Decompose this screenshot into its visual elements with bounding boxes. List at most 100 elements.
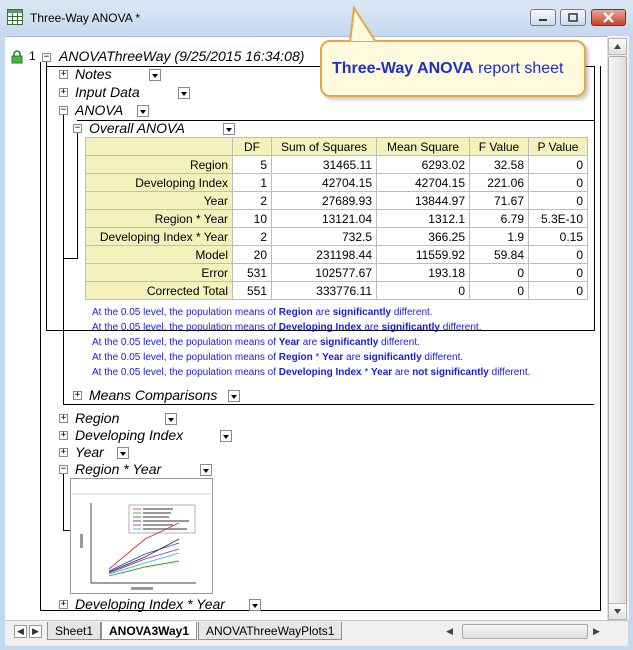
row-header[interactable]: Corrected Total xyxy=(85,281,233,300)
anova-node[interactable]: ANOVA xyxy=(75,102,123,118)
collapse-toggle-overall-anova[interactable]: − xyxy=(73,124,82,133)
collapse-toggle-anova[interactable]: − xyxy=(59,106,68,115)
table-cell[interactable]: 0 xyxy=(528,155,588,174)
minimize-button[interactable] xyxy=(530,9,556,26)
table-cell[interactable]: 0 xyxy=(528,245,588,264)
table-cell[interactable]: 6.79 xyxy=(469,209,529,228)
table-cell[interactable]: 71.67 xyxy=(469,191,529,210)
means-comparisons-dropdown[interactable] xyxy=(228,390,240,402)
developing-index-year-node[interactable]: Developing Index * Year xyxy=(75,596,225,612)
means-comparisons-node[interactable]: Means Comparisons xyxy=(89,387,217,403)
notes-dropdown[interactable] xyxy=(149,69,161,81)
expand-toggle-means-comparisons[interactable]: + xyxy=(73,391,82,400)
expand-toggle-region[interactable]: + xyxy=(59,414,68,423)
table-cell[interactable]: 193.18 xyxy=(376,263,470,282)
table-cell[interactable]: 13121.04 xyxy=(271,209,377,228)
table-cell[interactable]: 1 xyxy=(232,173,272,192)
year-dropdown[interactable] xyxy=(117,447,129,459)
table-cell[interactable]: 2 xyxy=(232,227,272,246)
table-cell[interactable]: 0 xyxy=(528,173,588,192)
table-cell[interactable]: 1312.1 xyxy=(376,209,470,228)
table-cell[interactable]: 5 xyxy=(232,155,272,174)
column-header[interactable]: Sum of Squares xyxy=(271,137,377,156)
table-cell[interactable]: 2 xyxy=(232,191,272,210)
input-data-node[interactable]: Input Data xyxy=(75,84,140,100)
lock-icon[interactable] xyxy=(10,50,24,64)
table-cell[interactable]: 59.84 xyxy=(469,245,529,264)
expand-toggle-developing-index[interactable]: + xyxy=(59,431,68,440)
developing-index-node[interactable]: Developing Index xyxy=(75,427,183,443)
table-cell[interactable]: 0 xyxy=(528,191,588,210)
scroll-right-icon[interactable]: ▶ xyxy=(593,626,600,637)
table-cell[interactable]: 11559.92 xyxy=(376,245,470,264)
region-dropdown[interactable] xyxy=(165,413,177,425)
table-cell[interactable]: 31465.11 xyxy=(271,155,377,174)
vertical-scroll-thumb[interactable] xyxy=(608,56,627,606)
table-cell[interactable]: 27689.93 xyxy=(271,191,377,210)
sheet-tab-anovathreewayplots1[interactable]: ANOVAThreeWayPlots1 xyxy=(198,622,343,640)
table-cell[interactable]: 221.06 xyxy=(469,173,529,192)
column-header[interactable]: F Value xyxy=(469,137,529,156)
table-cell[interactable]: 0.15 xyxy=(528,227,588,246)
table-cell[interactable]: 551 xyxy=(232,281,272,300)
scroll-up-button[interactable] xyxy=(608,38,627,55)
row-header[interactable]: Error xyxy=(85,263,233,282)
close-button[interactable] xyxy=(591,9,626,26)
table-cell[interactable]: 42704.15 xyxy=(271,173,377,192)
table-cell[interactable]: 42704.15 xyxy=(376,173,470,192)
row-header[interactable]: Region * Year xyxy=(85,209,233,228)
column-header[interactable]: Mean Square xyxy=(376,137,470,156)
column-header[interactable]: P Value xyxy=(528,137,588,156)
collapse-toggle-region-year[interactable]: − xyxy=(59,465,68,474)
table-cell[interactable]: 102577.67 xyxy=(271,263,377,282)
anova-dropdown[interactable] xyxy=(137,105,149,117)
row-header[interactable]: Developing Index xyxy=(85,173,233,192)
developing-index-dropdown[interactable] xyxy=(220,430,232,442)
table-cell[interactable]: 20 xyxy=(232,245,272,264)
table-cell[interactable]: 32.58 xyxy=(469,155,529,174)
maximize-button[interactable] xyxy=(560,9,586,26)
table-cell[interactable]: 6293.02 xyxy=(376,155,470,174)
expand-toggle-input-data[interactable]: + xyxy=(59,88,68,97)
year-node[interactable]: Year xyxy=(75,444,104,460)
region-year-dropdown[interactable] xyxy=(200,464,212,476)
horizontal-scroll-thumb[interactable] xyxy=(462,624,588,639)
column-header[interactable]: DF xyxy=(232,137,272,156)
table-cell[interactable]: 10 xyxy=(232,209,272,228)
first-sheet-button[interactable]: ◀ xyxy=(14,625,27,638)
table-cell[interactable]: 333776.11 xyxy=(271,281,377,300)
expand-toggle-developing-index-year[interactable]: + xyxy=(59,600,68,609)
table-cell[interactable]: 1.9 xyxy=(469,227,529,246)
table-cell[interactable]: 0 xyxy=(376,281,470,300)
row-header[interactable]: Model xyxy=(85,245,233,264)
region-year-plot-thumbnail[interactable] xyxy=(70,478,213,594)
row-header[interactable]: Region xyxy=(85,155,233,174)
table-cell[interactable]: 231198.44 xyxy=(271,245,377,264)
sheet-tab-anova3way1[interactable]: ANOVA3Way1 xyxy=(101,622,198,640)
notes-node[interactable]: Notes xyxy=(75,66,112,82)
table-cell[interactable]: 5.3E-10 xyxy=(528,209,588,228)
row-header[interactable]: Year xyxy=(85,191,233,210)
overall-anova-dropdown[interactable] xyxy=(223,123,235,135)
row-header[interactable]: Developing Index * Year xyxy=(85,227,233,246)
region-year-node[interactable]: Region * Year xyxy=(75,461,161,477)
developing-index-year-dropdown[interactable] xyxy=(249,599,261,611)
region-node[interactable]: Region xyxy=(75,410,119,426)
sheet-tab-sheet1[interactable]: Sheet1 xyxy=(47,622,102,640)
expand-toggle-year[interactable]: + xyxy=(59,448,68,457)
table-cell[interactable]: 0 xyxy=(528,263,588,282)
table-cell[interactable]: 0 xyxy=(528,281,588,300)
overall-anova-node[interactable]: Overall ANOVA xyxy=(89,120,185,136)
input-data-dropdown[interactable] xyxy=(178,87,190,99)
table-cell[interactable]: 531 xyxy=(232,263,272,282)
collapse-toggle-root[interactable]: − xyxy=(42,53,51,62)
table-cell[interactable]: 366.25 xyxy=(376,227,470,246)
table-cell[interactable]: 732.5 xyxy=(271,227,377,246)
table-cell[interactable]: 13844.97 xyxy=(376,191,470,210)
expand-toggle-notes[interactable]: + xyxy=(59,70,68,79)
table-cell[interactable]: 0 xyxy=(469,281,529,300)
scroll-down-button[interactable] xyxy=(608,603,627,620)
last-sheet-button[interactable]: ▶ xyxy=(29,625,42,638)
scroll-left-icon[interactable]: ◀ xyxy=(446,626,453,637)
table-cell[interactable]: 0 xyxy=(469,263,529,282)
